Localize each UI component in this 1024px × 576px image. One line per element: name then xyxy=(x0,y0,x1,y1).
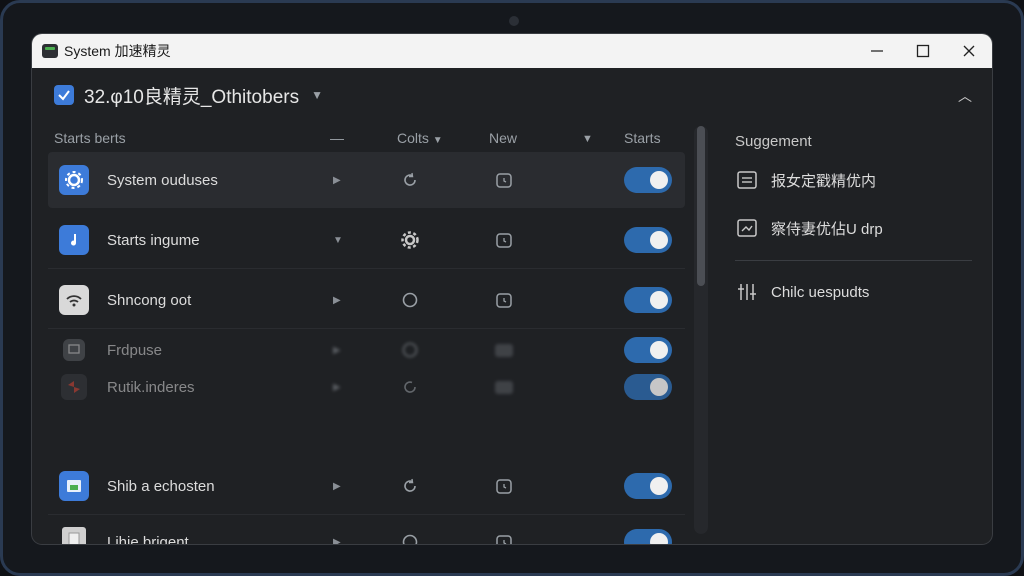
refresh-icon[interactable] xyxy=(400,476,420,496)
clock-box-icon[interactable] xyxy=(494,340,514,360)
scrollbar-thumb[interactable] xyxy=(697,126,705,286)
column-header-colts[interactable]: Colts ▼ xyxy=(397,130,443,146)
column-header-dash: — xyxy=(330,130,344,146)
refresh-icon[interactable] xyxy=(400,340,420,360)
expand-arrow-icon[interactable]: ▶ xyxy=(333,382,341,393)
sort-caret-icon: ▼ xyxy=(432,135,443,146)
startup-toggle[interactable] xyxy=(624,473,672,499)
check-badge-icon xyxy=(54,85,74,105)
refresh-icon[interactable] xyxy=(400,170,420,190)
startup-toggle[interactable] xyxy=(624,227,672,253)
circle-icon[interactable] xyxy=(400,532,420,544)
sliders-icon xyxy=(735,280,759,304)
item-name: Shib a echosten xyxy=(107,477,215,495)
startup-toggle[interactable] xyxy=(624,167,672,193)
startup-toggle[interactable] xyxy=(624,529,672,544)
list-panel-icon xyxy=(735,168,759,192)
minimize-button[interactable] xyxy=(854,34,900,68)
camera-dot xyxy=(509,16,519,26)
item-name: Starts ingume xyxy=(107,231,200,249)
filter-caret-icon[interactable]: ▼ xyxy=(582,133,593,145)
expand-arrow-icon[interactable]: ▶ xyxy=(333,481,341,492)
suggestion-item[interactable]: 察侍妻优佔U drp xyxy=(735,216,883,240)
item-name: System ouduses xyxy=(107,171,218,189)
image-icon xyxy=(59,471,89,501)
gear-icon xyxy=(59,165,89,195)
item-name: Lihie brigent xyxy=(107,533,189,545)
wifi-icon xyxy=(59,285,89,315)
expand-arrow-icon[interactable]: ▶ xyxy=(333,295,341,306)
box-icon xyxy=(62,527,86,544)
list-item[interactable]: System ouduses ▶ xyxy=(48,152,685,208)
item-name: Shncong oot xyxy=(107,291,192,309)
close-icon xyxy=(963,45,975,57)
expand-arrow-icon[interactable]: ▶ xyxy=(333,537,341,545)
item-name: Rutik.inderes xyxy=(107,378,195,396)
minimize-icon xyxy=(871,50,883,52)
clock-box-icon[interactable] xyxy=(494,476,514,496)
column-header-new[interactable]: New xyxy=(489,130,517,146)
item-name: Frdpuse xyxy=(107,341,163,359)
close-button[interactable] xyxy=(946,34,992,68)
scan-image-icon xyxy=(735,216,759,240)
suggestion-label: 报女定戳精优内 xyxy=(771,172,877,190)
app-logo-icon xyxy=(42,44,58,58)
maximize-button[interactable] xyxy=(900,34,946,68)
pinwheel-icon xyxy=(61,374,87,400)
clock-box-icon[interactable] xyxy=(494,377,514,397)
startup-toggle[interactable] xyxy=(624,287,672,313)
expand-arrow-icon[interactable]: ▶ xyxy=(333,175,341,186)
clock-box-icon[interactable] xyxy=(494,532,514,544)
column-header-name[interactable]: Starts berts xyxy=(54,130,126,146)
suggestion-label: 察侍妻优佔U drp xyxy=(771,220,883,238)
maximize-icon xyxy=(916,44,930,58)
music-note-icon xyxy=(59,225,89,255)
list-item[interactable]: Shib a echosten ▶ xyxy=(48,458,685,515)
suggestion-item[interactable]: 报女定戳精优内 xyxy=(735,168,876,192)
app-window: System 加速精灵 32.φ10良精灵_Othitobers ▼ ︿ Sta… xyxy=(32,34,992,544)
column-header-starts[interactable]: Starts xyxy=(624,130,661,146)
startup-toggle[interactable] xyxy=(624,337,672,363)
circle-icon[interactable] xyxy=(400,290,420,310)
window-controls xyxy=(854,34,992,68)
gear-icon[interactable] xyxy=(400,230,420,250)
refresh-icon[interactable] xyxy=(400,377,420,397)
clock-box-icon[interactable] xyxy=(494,170,514,190)
list-item[interactable]: Starts ingume ▼ xyxy=(48,212,685,269)
list-item[interactable]: Shncong oot ▶ xyxy=(48,272,685,329)
suggestion-item[interactable]: Chilc uespudts xyxy=(735,280,869,304)
list-item[interactable]: Lihie brigent ▶ xyxy=(48,514,685,544)
title-bar: System 加速精灵 xyxy=(32,34,992,68)
chevron-down-icon[interactable]: ▼ xyxy=(311,88,323,102)
clock-box-icon[interactable] xyxy=(494,230,514,250)
expand-arrow-icon[interactable]: ▶ xyxy=(333,345,341,356)
profile-selector[interactable]: 32.φ10良精灵_Othitobers xyxy=(84,82,299,109)
suggestion-label: Chilc uespudts xyxy=(771,283,870,301)
suggestions-title: Suggement xyxy=(735,133,812,150)
chevron-up-icon[interactable]: ︿ xyxy=(958,86,972,106)
startup-toggle[interactable] xyxy=(624,374,672,400)
window-title: System 加速精灵 xyxy=(64,43,171,59)
profile-header: 32.φ10良精灵_Othitobers ▼ ︿ xyxy=(32,68,992,122)
clock-box-icon[interactable] xyxy=(494,290,514,310)
monitor-icon xyxy=(63,339,85,361)
list-item[interactable]: Rutik.inderes ▶ xyxy=(48,364,685,410)
column-header-colts-label: Colts xyxy=(397,130,429,146)
chevron-down-icon[interactable]: ▼ xyxy=(333,235,343,246)
sidebar-divider xyxy=(735,260,972,261)
